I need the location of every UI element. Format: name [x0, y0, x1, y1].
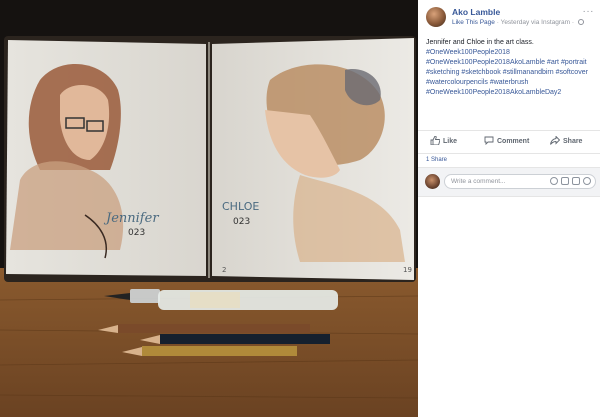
post-header: Ako Lamble Like This Page · Yesterday vi… — [426, 6, 596, 32]
like-label: Like — [443, 138, 458, 145]
hashtag[interactable]: #sketchbook — [461, 69, 500, 76]
share-button[interactable]: Share — [550, 136, 582, 145]
globe-icon — [577, 19, 584, 25]
comment-input[interactable]: Write a comment... — [444, 174, 596, 189]
jennifer-label: Jennifer — [103, 211, 159, 226]
chloe-number: 023 — [233, 217, 250, 227]
comment-tools — [547, 177, 591, 185]
comment-label: Comment — [497, 138, 530, 145]
shares-count[interactable]: 1 Share — [426, 157, 447, 163]
hashtag[interactable]: #watercolourpencils — [426, 79, 488, 86]
hashtag[interactable]: #waterbrush — [490, 79, 529, 86]
like-page-link[interactable]: Like This Page — [452, 19, 495, 26]
sketchbook-photo: Jennifer 023 CHLOE 023 2 19 — [0, 0, 418, 417]
hashtag[interactable]: #OneWeek100People2018AkoLamble — [426, 59, 545, 66]
author-name[interactable]: Ako Lamble — [452, 7, 500, 17]
post-timestamp[interactable]: Yesterday via Instagram — [501, 19, 571, 26]
post-actions-bar: Like Comment Share — [418, 130, 600, 154]
post-caption: Jennifer and Chloe in the art class. #On… — [426, 38, 598, 98]
hashtag[interactable]: #portrait — [561, 59, 587, 66]
comment-icon — [484, 136, 494, 145]
hashtag[interactable]: #softcover — [556, 69, 588, 76]
chloe-label: CHLOE — [222, 200, 259, 213]
emoji-icon[interactable] — [550, 177, 558, 185]
comment-composer: Write a comment... — [418, 167, 600, 197]
post-side-panel: Ako Lamble Like This Page · Yesterday vi… — [418, 0, 600, 417]
meta-separator-2: · — [571, 19, 575, 26]
page-number-right: 19 — [403, 266, 412, 274]
share-icon — [550, 136, 560, 145]
share-label: Share — [563, 138, 583, 145]
hashtag[interactable]: #OneWeek100People2018 — [426, 49, 510, 56]
hashtag-list: #OneWeek100People2018 #OneWeek100People2… — [426, 48, 598, 98]
more-options-icon[interactable]: ··· — [583, 6, 595, 17]
hashtag[interactable]: #OneWeek100People2018AkoLambleDay2 — [426, 89, 561, 96]
hashtag[interactable]: #sketching — [426, 69, 459, 76]
page-number-left: 2 — [222, 266, 226, 274]
post-photo[interactable]: Jennifer 023 CHLOE 023 2 19 — [0, 0, 418, 417]
hashtag[interactable]: #stillmanandbirn — [503, 69, 554, 76]
comment-button[interactable]: Comment — [484, 136, 529, 145]
hashtag[interactable]: #art — [547, 59, 559, 66]
caption-line: Jennifer and Chloe in the art class. — [426, 39, 534, 46]
author-avatar[interactable] — [426, 7, 446, 27]
post-meta: Like This Page · Yesterday via Instagram… — [452, 19, 584, 26]
jennifer-number: 023 — [128, 228, 145, 238]
camera-icon[interactable] — [561, 177, 569, 185]
gif-icon[interactable] — [572, 177, 580, 185]
like-button[interactable]: Like — [430, 136, 457, 145]
comment-placeholder: Write a comment... — [451, 178, 506, 185]
sticker-icon[interactable] — [583, 177, 591, 185]
thumbs-up-icon — [430, 136, 440, 145]
viewer-avatar — [425, 174, 440, 189]
meta-separator: · — [496, 19, 499, 26]
